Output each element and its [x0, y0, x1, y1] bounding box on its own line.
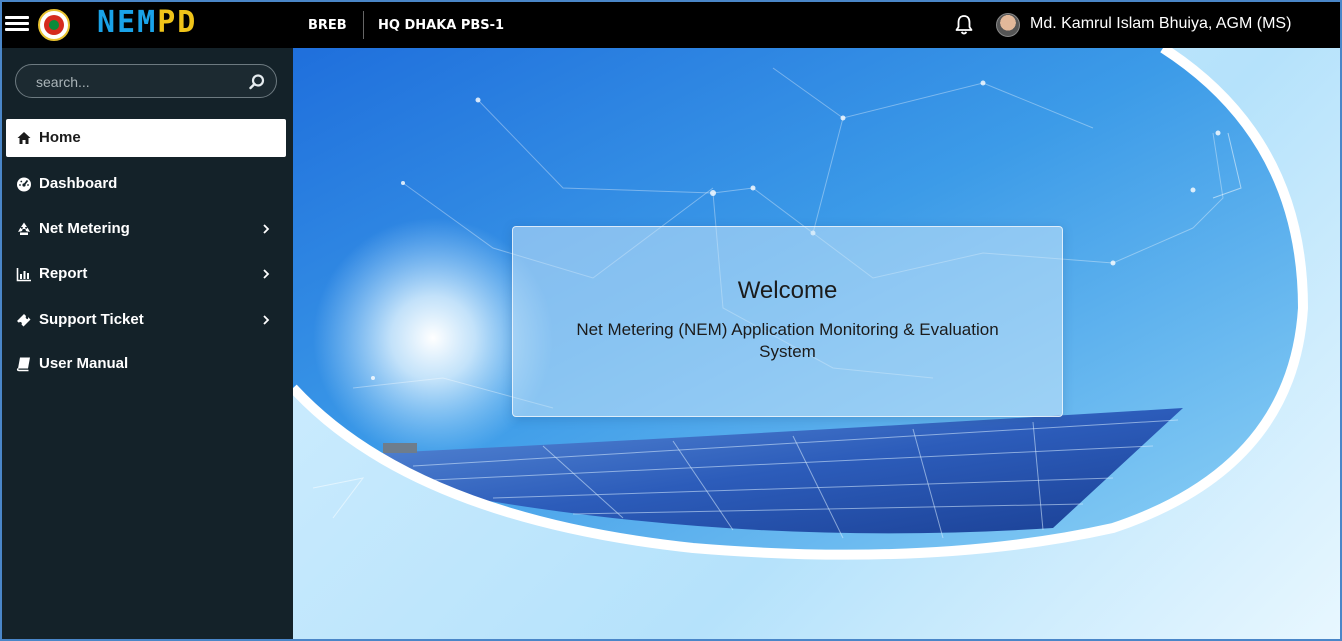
top-navbar: NEMPD BREB HQ DHAKA PBS-1 Md. Kamrul Isl… [2, 2, 1340, 48]
chevron-right-icon [263, 315, 270, 325]
sidebar-item-label: User Manual [39, 355, 129, 372]
brand-logo[interactable]: NEMPD [97, 5, 197, 40]
welcome-card: Welcome Net Metering (NEM) Application M… [512, 226, 1063, 417]
welcome-subtitle: Net Metering (NEM) Application Monitorin… [576, 320, 999, 361]
bell-icon[interactable] [954, 14, 974, 36]
office-label: HQ DHAKA PBS-1 [378, 18, 505, 33]
government-logo [38, 9, 70, 41]
org-label: BREB [308, 18, 347, 33]
sidebar-item-label: Home [39, 129, 81, 146]
sidebar-item-support-ticket[interactable]: Support Ticket [6, 301, 286, 339]
search-box [15, 64, 277, 98]
main-content: Welcome Net Metering (NEM) Application M… [293, 48, 1340, 639]
sidebar-item-label: Net Metering [39, 220, 130, 237]
sidebar-item-dashboard[interactable]: Dashboard [6, 165, 286, 203]
bar-chart-icon [16, 268, 31, 282]
hamburger-icon[interactable] [5, 13, 29, 35]
sidebar-item-net-metering[interactable]: Net Metering [6, 210, 286, 248]
search-icon[interactable] [248, 73, 266, 91]
sidebar-item-report[interactable]: Report [6, 255, 286, 293]
welcome-title: Welcome [737, 277, 838, 304]
book-icon [16, 357, 30, 372]
app-window: NEMPD BREB HQ DHAKA PBS-1 Md. Kamrul Isl… [0, 0, 1342, 641]
sidebar-item-label: Dashboard [39, 175, 118, 192]
ticket-icon [17, 314, 31, 327]
home-icon [17, 132, 31, 144]
sidebar-item-home[interactable]: Home [6, 119, 286, 157]
sidebar: Home Dashboard Net Metering [2, 48, 293, 639]
divider [363, 11, 364, 39]
recycle-icon [18, 222, 30, 235]
search-input[interactable] [34, 71, 238, 93]
chevron-right-icon [263, 269, 270, 279]
chevron-right-icon [263, 224, 270, 234]
tachometer-icon [17, 177, 31, 192]
sidebar-item-label: Report [39, 265, 88, 282]
user-name[interactable]: Md. Kamrul Islam Bhuiya, AGM (MS) [1030, 15, 1291, 33]
sidebar-item-label: Support Ticket [39, 311, 144, 328]
avatar[interactable] [996, 13, 1020, 37]
sidebar-item-user-manual[interactable]: User Manual [6, 345, 286, 383]
